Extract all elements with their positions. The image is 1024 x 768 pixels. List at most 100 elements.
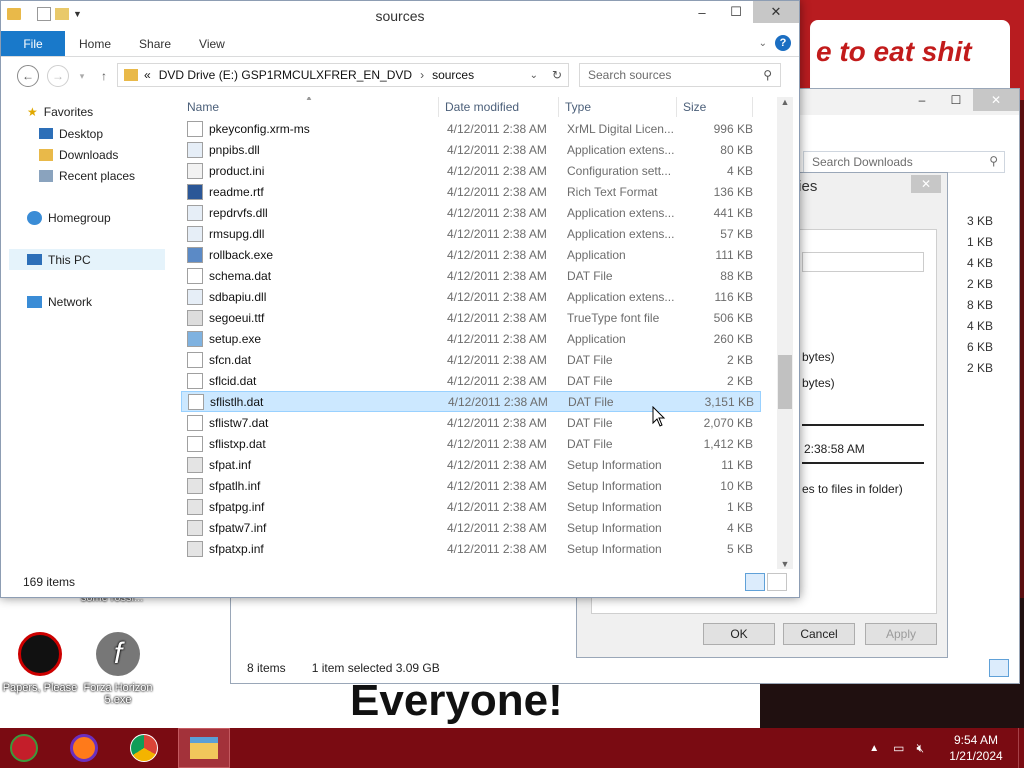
desktop-icon-forza[interactable]: f Forza Horizon 5.exe [78, 632, 158, 706]
tab-view[interactable]: View [185, 31, 239, 56]
up-icon[interactable]: ↑ [93, 65, 115, 87]
cell-name[interactable]: sflcid.dat [181, 372, 439, 389]
table-row[interactable]: rmsupg.dll 4/12/2011 2:38 AM Application e… [181, 223, 761, 244]
cancel-button[interactable]: Cancel [783, 623, 855, 645]
table-row[interactable]: readme.rtf 4/12/2011 2:38 AM Rich Text For… [181, 181, 761, 202]
tab-file[interactable]: File [1, 31, 65, 56]
tab-home[interactable]: Home [65, 31, 125, 56]
maximize-icon[interactable]: ☐ [719, 1, 753, 23]
sidebar-item-desktop[interactable]: Desktop [39, 123, 103, 144]
minimize-icon[interactable]: – [905, 89, 939, 111]
taskbar-file-explorer[interactable] [178, 728, 230, 768]
cell-name[interactable]: rollback.exe [181, 246, 439, 263]
breadcrumb-drive[interactable]: DVD Drive (E:) GSP1RMCULXFRER_EN_DVD [159, 68, 412, 82]
cell-name[interactable]: sflistxp.dat [181, 435, 439, 452]
maximize-icon[interactable]: ☐ [939, 89, 973, 111]
ok-button[interactable]: OK [703, 623, 775, 645]
table-row[interactable]: sfpatlh.inf 4/12/2011 2:38 AM Setup Inform… [181, 475, 761, 496]
vertical-scrollbar[interactable]: ▲ ▼ [777, 97, 793, 569]
volume-mute-icon[interactable]: 🔇︎ [916, 741, 924, 756]
show-desktop-button[interactable] [1018, 728, 1024, 768]
column-header-date[interactable]: Date modified [439, 97, 559, 117]
properties-close-icon[interactable]: ✕ [911, 175, 941, 193]
taskbar-firefox[interactable] [60, 728, 108, 768]
cell-name[interactable]: pkeyconfig.xrm-ms [181, 120, 439, 137]
scrollbar-thumb[interactable] [778, 355, 792, 409]
start-button[interactable] [0, 728, 48, 768]
properties-name-field[interactable] [802, 252, 924, 272]
show-hidden-icons-icon[interactable]: ▲ [869, 743, 879, 754]
cell-name[interactable]: setup.exe [181, 330, 439, 347]
cell-name[interactable]: sfcn.dat [181, 351, 439, 368]
cell-name[interactable]: pnpibs.dll [181, 141, 439, 158]
clock[interactable]: 9:54 AM 1/21/2024 [934, 732, 1018, 764]
cell-name[interactable]: sfpatpg.inf [181, 498, 439, 515]
close-icon[interactable]: ✕ [753, 1, 799, 23]
forward-icon[interactable]: → [47, 65, 69, 87]
scroll-up-icon[interactable]: ▲ [777, 97, 793, 107]
address-bar[interactable]: « DVD Drive (E:) GSP1RMCULXFRER_EN_DVD ›… [117, 63, 569, 87]
cell-name[interactable]: sflistw7.dat [181, 414, 439, 431]
tab-share[interactable]: Share [125, 31, 185, 56]
sources-explorer-window[interactable]: ▼ sources – ☐ ✕ File Home Share View ⌄ ?… [0, 0, 800, 598]
sidebar-item-recent-places[interactable]: Recent places [39, 165, 135, 186]
cell-name[interactable]: sflistlh.dat [182, 393, 440, 410]
back-icon[interactable]: ← [17, 65, 39, 87]
cell-name[interactable]: sdbapiu.dll [181, 288, 439, 305]
breadcrumb-sources[interactable]: sources [432, 68, 474, 82]
cell-name[interactable]: readme.rtf [181, 183, 439, 200]
sidebar-item-this-pc[interactable]: This PC [9, 249, 165, 270]
table-row[interactable]: sflistxp.dat 4/12/2011 2:38 AM DAT File 1,4… [181, 433, 761, 454]
table-row[interactable]: sflistlh.dat 4/12/2011 2:38 AM DAT File 3,1… [181, 391, 761, 412]
search-input[interactable]: Search sources ⚲ [579, 63, 781, 87]
network-tray-icon[interactable]: ▭ [893, 741, 904, 755]
cell-name[interactable]: schema.dat [181, 267, 439, 284]
taskbar-chrome[interactable] [120, 728, 168, 768]
table-row[interactable]: repdrvfs.dll 4/12/2011 2:38 AM Application… [181, 202, 761, 223]
table-row[interactable]: sfpat.inf 4/12/2011 2:38 AM Setup Informat… [181, 454, 761, 475]
sidebar-item-homegroup[interactable]: Homegroup [27, 207, 111, 228]
title-bar[interactable]: ▼ sources – ☐ ✕ [1, 1, 799, 31]
table-row[interactable]: setup.exe 4/12/2011 2:38 AM Application 260… [181, 328, 761, 349]
cell-name[interactable]: repdrvfs.dll [181, 204, 439, 221]
cell-name[interactable]: sfpatw7.inf [181, 519, 439, 536]
table-row[interactable]: sflcid.dat 4/12/2011 2:38 AM DAT File 2 KB [181, 370, 761, 391]
close-icon[interactable]: ✕ [973, 89, 1019, 111]
refresh-icon[interactable]: ↻ [552, 68, 562, 82]
desktop-icon-papers-please[interactable]: Papers, Please [0, 632, 80, 694]
details-view-icon[interactable] [745, 573, 765, 591]
table-row[interactable]: pnpibs.dll 4/12/2011 2:38 AM Application e… [181, 139, 761, 160]
address-prefix[interactable]: « [144, 68, 151, 82]
table-row[interactable]: sfcn.dat 4/12/2011 2:38 AM DAT File 2 KB [181, 349, 761, 370]
column-header-type[interactable]: Type [559, 97, 677, 117]
table-row[interactable]: rollback.exe 4/12/2011 2:38 AM Application… [181, 244, 761, 265]
chevron-down-icon[interactable]: ⌄ [530, 70, 538, 81]
large-icons-view-icon[interactable] [767, 573, 787, 591]
cell-name[interactable]: sfpat.inf [181, 456, 439, 473]
table-row[interactable]: sfpatxp.inf 4/12/2011 2:38 AM Setup Inform… [181, 538, 761, 559]
details-view-icon[interactable] [989, 659, 1009, 677]
cell-name[interactable]: segoeui.ttf [181, 309, 439, 326]
column-header-size[interactable]: Size [677, 97, 753, 117]
table-row[interactable]: sfpatpg.inf 4/12/2011 2:38 AM Setup Inform… [181, 496, 761, 517]
table-row[interactable]: segoeui.ttf 4/12/2011 2:38 AM TrueType fon… [181, 307, 761, 328]
table-row[interactable]: sfpatw7.inf 4/12/2011 2:38 AM Setup Inform… [181, 517, 761, 538]
table-row[interactable]: pkeyconfig.xrm-ms 4/12/2011 2:38 AM XrML D… [181, 118, 761, 139]
cell-name[interactable]: sfpatlh.inf [181, 477, 439, 494]
table-row[interactable]: sflistw7.dat 4/12/2011 2:38 AM DAT File 2,0… [181, 412, 761, 433]
table-row[interactable]: product.ini 4/12/2011 2:38 AM Configuratio… [181, 160, 761, 181]
expand-ribbon-icon[interactable]: ⌄ [759, 38, 767, 49]
help-icon[interactable]: ? [775, 35, 791, 51]
sidebar-item-network[interactable]: Network [27, 291, 92, 312]
apply-button[interactable]: Apply [865, 623, 937, 645]
downloads-search-input[interactable]: Search Downloads ⚲ [803, 151, 1005, 173]
minimize-icon[interactable]: – [685, 1, 719, 23]
sidebar-item-favorites[interactable]: ★ Favorites [27, 101, 93, 122]
table-row[interactable]: sdbapiu.dll 4/12/2011 2:38 AM Application … [181, 286, 761, 307]
recent-locations-icon[interactable]: ▾ [71, 65, 93, 87]
sidebar-item-downloads[interactable]: Downloads [39, 144, 118, 165]
cell-name[interactable]: sfpatxp.inf [181, 540, 439, 557]
cell-name[interactable]: product.ini [181, 162, 439, 179]
table-row[interactable]: schema.dat 4/12/2011 2:38 AM DAT File 88 KB [181, 265, 761, 286]
cell-name[interactable]: rmsupg.dll [181, 225, 439, 242]
